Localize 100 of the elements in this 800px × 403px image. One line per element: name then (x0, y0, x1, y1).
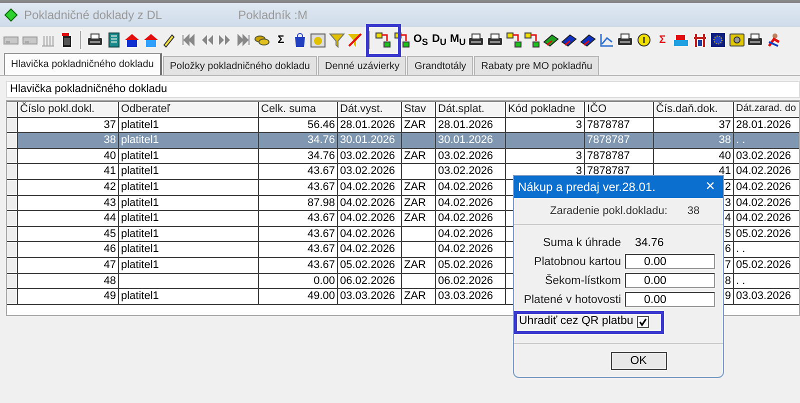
table-cell: 48 (104, 274, 116, 287)
table-cell: platitel1 (121, 290, 159, 302)
table-cell: platitel1 (121, 243, 159, 256)
person-icon[interactable] (766, 32, 782, 48)
table-cell: . . (736, 274, 746, 287)
coin-icon[interactable] (636, 32, 652, 48)
table-cell: ZAR (404, 180, 426, 193)
printer-icon[interactable] (747, 32, 764, 48)
table-cell: ZAR (404, 150, 426, 162)
money-stack-icon[interactable] (561, 32, 578, 48)
panel-title: Hlavička pokladničného dokladu (10, 83, 168, 95)
printer-icon[interactable] (86, 32, 103, 48)
table-cell: 49 (104, 290, 116, 302)
table-cell: 42 (104, 180, 116, 193)
table-cell: 7878787 (587, 118, 630, 131)
column-header[interactable]: Celk. suma (259, 102, 338, 117)
filter-icon[interactable] (328, 32, 345, 48)
row-indicator (7, 274, 18, 288)
table-cell: 41 (104, 165, 116, 178)
pen-icon[interactable] (161, 32, 178, 48)
tab[interactable]: Rabaty pre MO pokladňu (474, 56, 600, 75)
chart-icon[interactable] (598, 32, 615, 48)
table-cell: 34.76 (307, 134, 335, 146)
column-header[interactable]: Dát.zarad. do (734, 102, 799, 117)
column-header[interactable]: Dát.splat. (436, 102, 506, 117)
column-header[interactable]: Stav (402, 102, 436, 117)
money-stack-icon[interactable] (580, 32, 596, 48)
last-record-icon[interactable] (236, 32, 252, 48)
column-header[interactable]: Kód pokladne (506, 102, 585, 117)
table-cell: 43.67 (307, 212, 335, 224)
clear-filter-icon[interactable] (347, 32, 364, 48)
table-cell: 34.76 (307, 150, 335, 162)
table-cell: 05.02.2026 (438, 258, 494, 271)
table-cell: . . (736, 243, 746, 256)
table-cell: 3 (724, 196, 731, 209)
printer-icon[interactable] (617, 32, 634, 48)
tab[interactable]: Denné uzávierky (318, 56, 406, 75)
toolbar-button[interactable]: O$_{S}$ (412, 32, 429, 48)
table-cell: 9 (724, 290, 731, 302)
toolbar-button[interactable]: Σ (272, 32, 289, 48)
tab[interactable]: Položky pokladničného dokladu (162, 56, 317, 75)
column-header[interactable]: Číslo pokl.dokl. (18, 102, 119, 117)
cashier-label: Pokladník :M (238, 8, 308, 22)
table-cell: ZAR (404, 290, 426, 302)
toolbar-button[interactable]: D$_{U}$ (431, 32, 448, 48)
checkbox[interactable] (637, 316, 650, 328)
table-row[interactable]: 40 platitel1 34.76 03.02.2026 ZAR 03.02.2026 3 7878787 40 03.02.2026 (7, 148, 799, 164)
cash-register-icon[interactable] (672, 32, 689, 48)
column-header[interactable]: IČO (585, 102, 654, 117)
document-icon[interactable] (106, 32, 122, 48)
table-cell: 40 (104, 150, 116, 162)
table-cell: 40 (718, 150, 731, 162)
row-indicator (7, 242, 18, 257)
table-cell: platitel1 (121, 258, 159, 271)
table-cell: 04.02.2026 (438, 228, 494, 240)
table-cell: 44 (104, 212, 116, 224)
flowchart-icon[interactable] (375, 32, 392, 48)
table-cell: 3 (576, 165, 582, 178)
printer-icon[interactable] (468, 32, 484, 48)
table-cell: 6 (724, 243, 731, 256)
amount-field[interactable]: 0.00 (625, 292, 715, 307)
flowchart-icon[interactable] (524, 32, 540, 48)
table-cell: 43 (104, 196, 116, 209)
ok-button[interactable]: OK (610, 352, 666, 370)
house-icon[interactable] (142, 32, 159, 48)
table-cell: 06.02.2026 (438, 274, 494, 287)
table-cell: 37 (718, 118, 731, 131)
printer-icon[interactable] (487, 32, 504, 48)
dialog-title: Nákup a predaj ver.28.01. (518, 180, 656, 194)
money-stack-icon[interactable] (542, 32, 559, 48)
table-cell: 04.02.2026 (340, 196, 396, 209)
tab[interactable]: Grandtotály (407, 56, 474, 75)
safe-icon[interactable] (728, 32, 745, 48)
toolbar-button[interactable]: M$_{U}$ (450, 32, 466, 48)
column-header[interactable]: Odberateľ (119, 102, 259, 117)
table-cell: . . (736, 134, 746, 146)
toolbar-button[interactable]: Σ (654, 32, 670, 48)
column-header[interactable]: Čís.daň.dok. (654, 102, 734, 117)
column-header[interactable]: Dát.vyst. (338, 102, 402, 117)
table-cell: 7878787 (587, 150, 630, 162)
table-cell: 04.02.2026 (340, 243, 396, 256)
table-cell: 43.67 (307, 243, 335, 256)
table-cell: 03.02.2026 (340, 150, 396, 162)
table-cell: 05.02.2026 (340, 258, 396, 271)
close-button[interactable]: × (698, 179, 723, 195)
table-cell: 30.01.2026 (340, 134, 396, 146)
table-cell: 49.00 (307, 290, 335, 302)
table-cell: 03.03.2026 (340, 290, 396, 302)
table-cell: platitel1 (121, 165, 159, 178)
flowchart-icon[interactable] (394, 32, 410, 48)
table-cell: platitel1 (121, 196, 159, 209)
flowchart-icon[interactable] (506, 32, 522, 48)
amount-field[interactable]: 0.00 (625, 273, 715, 288)
table-cell: ZAR (404, 258, 426, 271)
house-icon[interactable] (124, 32, 140, 48)
field-label: Šekom-lístkom (544, 274, 621, 286)
tab[interactable]: Hlavička pokladničného dokladu (4, 53, 162, 75)
table-cell: 05.02.2026 (736, 258, 792, 271)
amount-field[interactable]: 0.00 (625, 254, 715, 269)
field-label: Platobnou kartou (533, 256, 621, 268)
